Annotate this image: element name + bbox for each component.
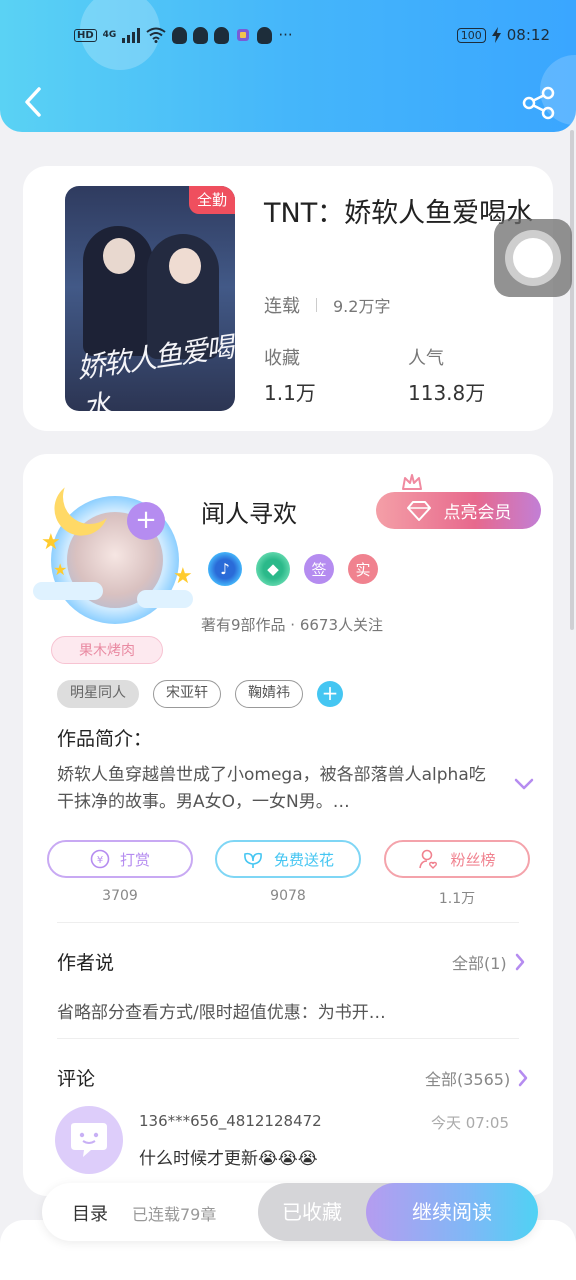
author-name[interactable]: 闻人寻欢 <box>201 494 297 529</box>
vip-button-label: 点亮会员 <box>443 503 512 523</box>
book-title: TNT：娇软人鱼爱喝水 <box>264 198 534 229</box>
music-badge-icon[interactable]: ♪ <box>208 552 242 586</box>
commenter-avatar[interactable] <box>55 1106 123 1174</box>
qq-notification-icon <box>172 26 188 44</box>
send-flower-button[interactable]: 免费送花 <box>215 840 361 878</box>
qq-notification-icon <box>257 26 273 44</box>
qq-notification-icon <box>214 26 230 44</box>
avatar-name-plate: 果木烤肉 <box>51 636 163 664</box>
author-avatar[interactable]: ★ ★ ★ + 果木烤肉 <box>27 464 203 664</box>
clock: 08:12 <box>506 26 550 44</box>
follow-plus-button[interactable]: + <box>127 502 165 540</box>
assistive-touch-button[interactable] <box>494 219 572 297</box>
favorites-value: 1.1万 <box>264 381 316 405</box>
author-stats: 著有9部作品 · 6673人关注 <box>201 616 384 634</box>
activate-vip-button[interactable]: 点亮会员 <box>376 492 541 529</box>
bottom-action-bar: 目录 已连载79章 已收藏 继续阅读 <box>42 1183 538 1241</box>
assistive-touch-dot <box>513 238 553 278</box>
comments-more-label: 全部(3565) <box>425 1070 511 1089</box>
word-count: 9.2万字 <box>333 297 391 316</box>
add-tag-button[interactable]: + <box>317 681 343 707</box>
cloud-decor <box>137 590 193 608</box>
book-info-card: 娇软人鱼爱喝水 全勤 TNT：娇软人鱼爱喝水 连载 9.2万字 收藏 1.1万 … <box>23 166 553 431</box>
star-icon: ★ <box>41 530 61 555</box>
status-bar: HD 4G ··· 100 08:12 <box>74 22 550 48</box>
fan-ranking-button[interactable]: 粉丝榜 <box>384 840 530 878</box>
network-type: 4G <box>102 30 117 40</box>
fan-count: 1.1万 <box>438 891 476 907</box>
back-button[interactable] <box>18 82 48 122</box>
flower-count: 9078 <box>270 888 306 904</box>
continue-reading-button[interactable]: 继续阅读 <box>366 1183 538 1241</box>
fan-ranking-label: 粉丝榜 <box>450 850 496 869</box>
hd-indicator: HD <box>74 28 97 42</box>
favorites-label: 收藏 <box>264 348 300 369</box>
table-of-contents-button[interactable]: 目录 <box>72 1200 108 1226</box>
reward-button[interactable]: ¥ 打赏 <box>47 840 193 878</box>
flower-icon <box>244 852 262 868</box>
verified-badge[interactable]: 实 <box>348 554 378 584</box>
chat-bubble-icon <box>71 1123 107 1157</box>
section-divider <box>57 922 519 923</box>
tag-chip[interactable]: 宋亚轩 <box>153 680 221 708</box>
comment-text[interactable]: 什么时候才更新😭😭😭 <box>139 1144 318 1169</box>
tag-chip[interactable]: 鞠婧祎 <box>235 680 303 708</box>
author-says-more-link[interactable]: 全部(1) <box>452 950 525 974</box>
header-bar: HD 4G ··· 100 08:12 <box>0 0 576 132</box>
comment-time: 今天 07:05 <box>431 1114 509 1132</box>
chapter-count: 已连载79章 <box>132 1205 217 1224</box>
author-says-text[interactable]: 省略部分查看方式/限时超值优惠：为书开… <box>57 998 386 1023</box>
comments-more-link[interactable]: 全部(3565) <box>425 1066 528 1090</box>
battery-icon: 100 <box>456 27 486 43</box>
full-attendance-badge: 全勤 <box>189 186 235 214</box>
book-cover[interactable]: 娇软人鱼爱喝水 全勤 <box>65 186 235 411</box>
crown-icon <box>402 474 422 490</box>
star-icon: ★ <box>173 564 193 589</box>
svg-text:¥: ¥ <box>97 855 103 866</box>
wifi-icon <box>146 27 166 43</box>
cover-face <box>103 238 135 274</box>
scrollbar[interactable] <box>570 130 574 630</box>
cloud-decor <box>33 582 103 600</box>
chevron-left-icon <box>25 87 41 117</box>
summary-heading: 作品简介： <box>57 728 153 750</box>
cover-face <box>169 248 201 284</box>
author-says-more-label: 全部(1) <box>452 954 507 973</box>
popularity-value: 113.8万 <box>408 381 486 405</box>
reward-label: 打赏 <box>119 850 150 869</box>
author-badges: ♪ ◆ 签 实 <box>208 552 378 586</box>
comments-heading: 评论 <box>57 1068 96 1090</box>
tag-list: 明星同人 宋亚轩 鞠婧祎 + <box>57 680 343 708</box>
chevron-down-icon[interactable] <box>513 776 535 792</box>
popularity-label: 人气 <box>408 348 444 369</box>
app-notification-icon <box>237 29 250 41</box>
user-heart-icon <box>419 849 438 869</box>
star-icon: ★ <box>53 560 68 579</box>
tag-chip[interactable]: 明星同人 <box>57 680 139 708</box>
book-meta: 连载 9.2万字 <box>264 292 390 318</box>
chevron-right-icon <box>518 1069 528 1087</box>
section-divider <box>57 1038 519 1039</box>
meta-divider <box>316 298 317 312</box>
coin-icon: ¥ <box>90 849 110 869</box>
commenter-name[interactable]: 136***656_4812128472 <box>139 1112 322 1130</box>
signed-badge[interactable]: 签 <box>304 554 334 584</box>
reward-count: 3709 <box>102 888 138 904</box>
assistive-touch-ring <box>505 230 561 286</box>
summary-text[interactable]: 娇软人鱼穿越兽世成了小omega，被各部落兽人alpha吃干抹净的故事。男A女O… <box>57 762 497 816</box>
author-says-heading: 作者说 <box>57 952 115 974</box>
diamond-icon <box>406 500 431 521</box>
gem-badge-icon[interactable]: ◆ <box>256 552 290 586</box>
more-notifications: ··· <box>278 26 293 44</box>
share-icon[interactable] <box>522 86 556 120</box>
book-detail-card: ★ ★ ★ + 果木烤肉 闻人寻欢 点亮会员 ♪ ◆ 签 实 著有9部作品 · … <box>23 454 553 1196</box>
send-flower-label: 免费送花 <box>273 850 334 869</box>
signal-icon <box>122 27 141 43</box>
book-status: 连载 <box>264 296 300 317</box>
chevron-right-icon <box>515 953 524 971</box>
charging-icon <box>491 27 501 43</box>
qq-notification-icon <box>193 26 209 44</box>
